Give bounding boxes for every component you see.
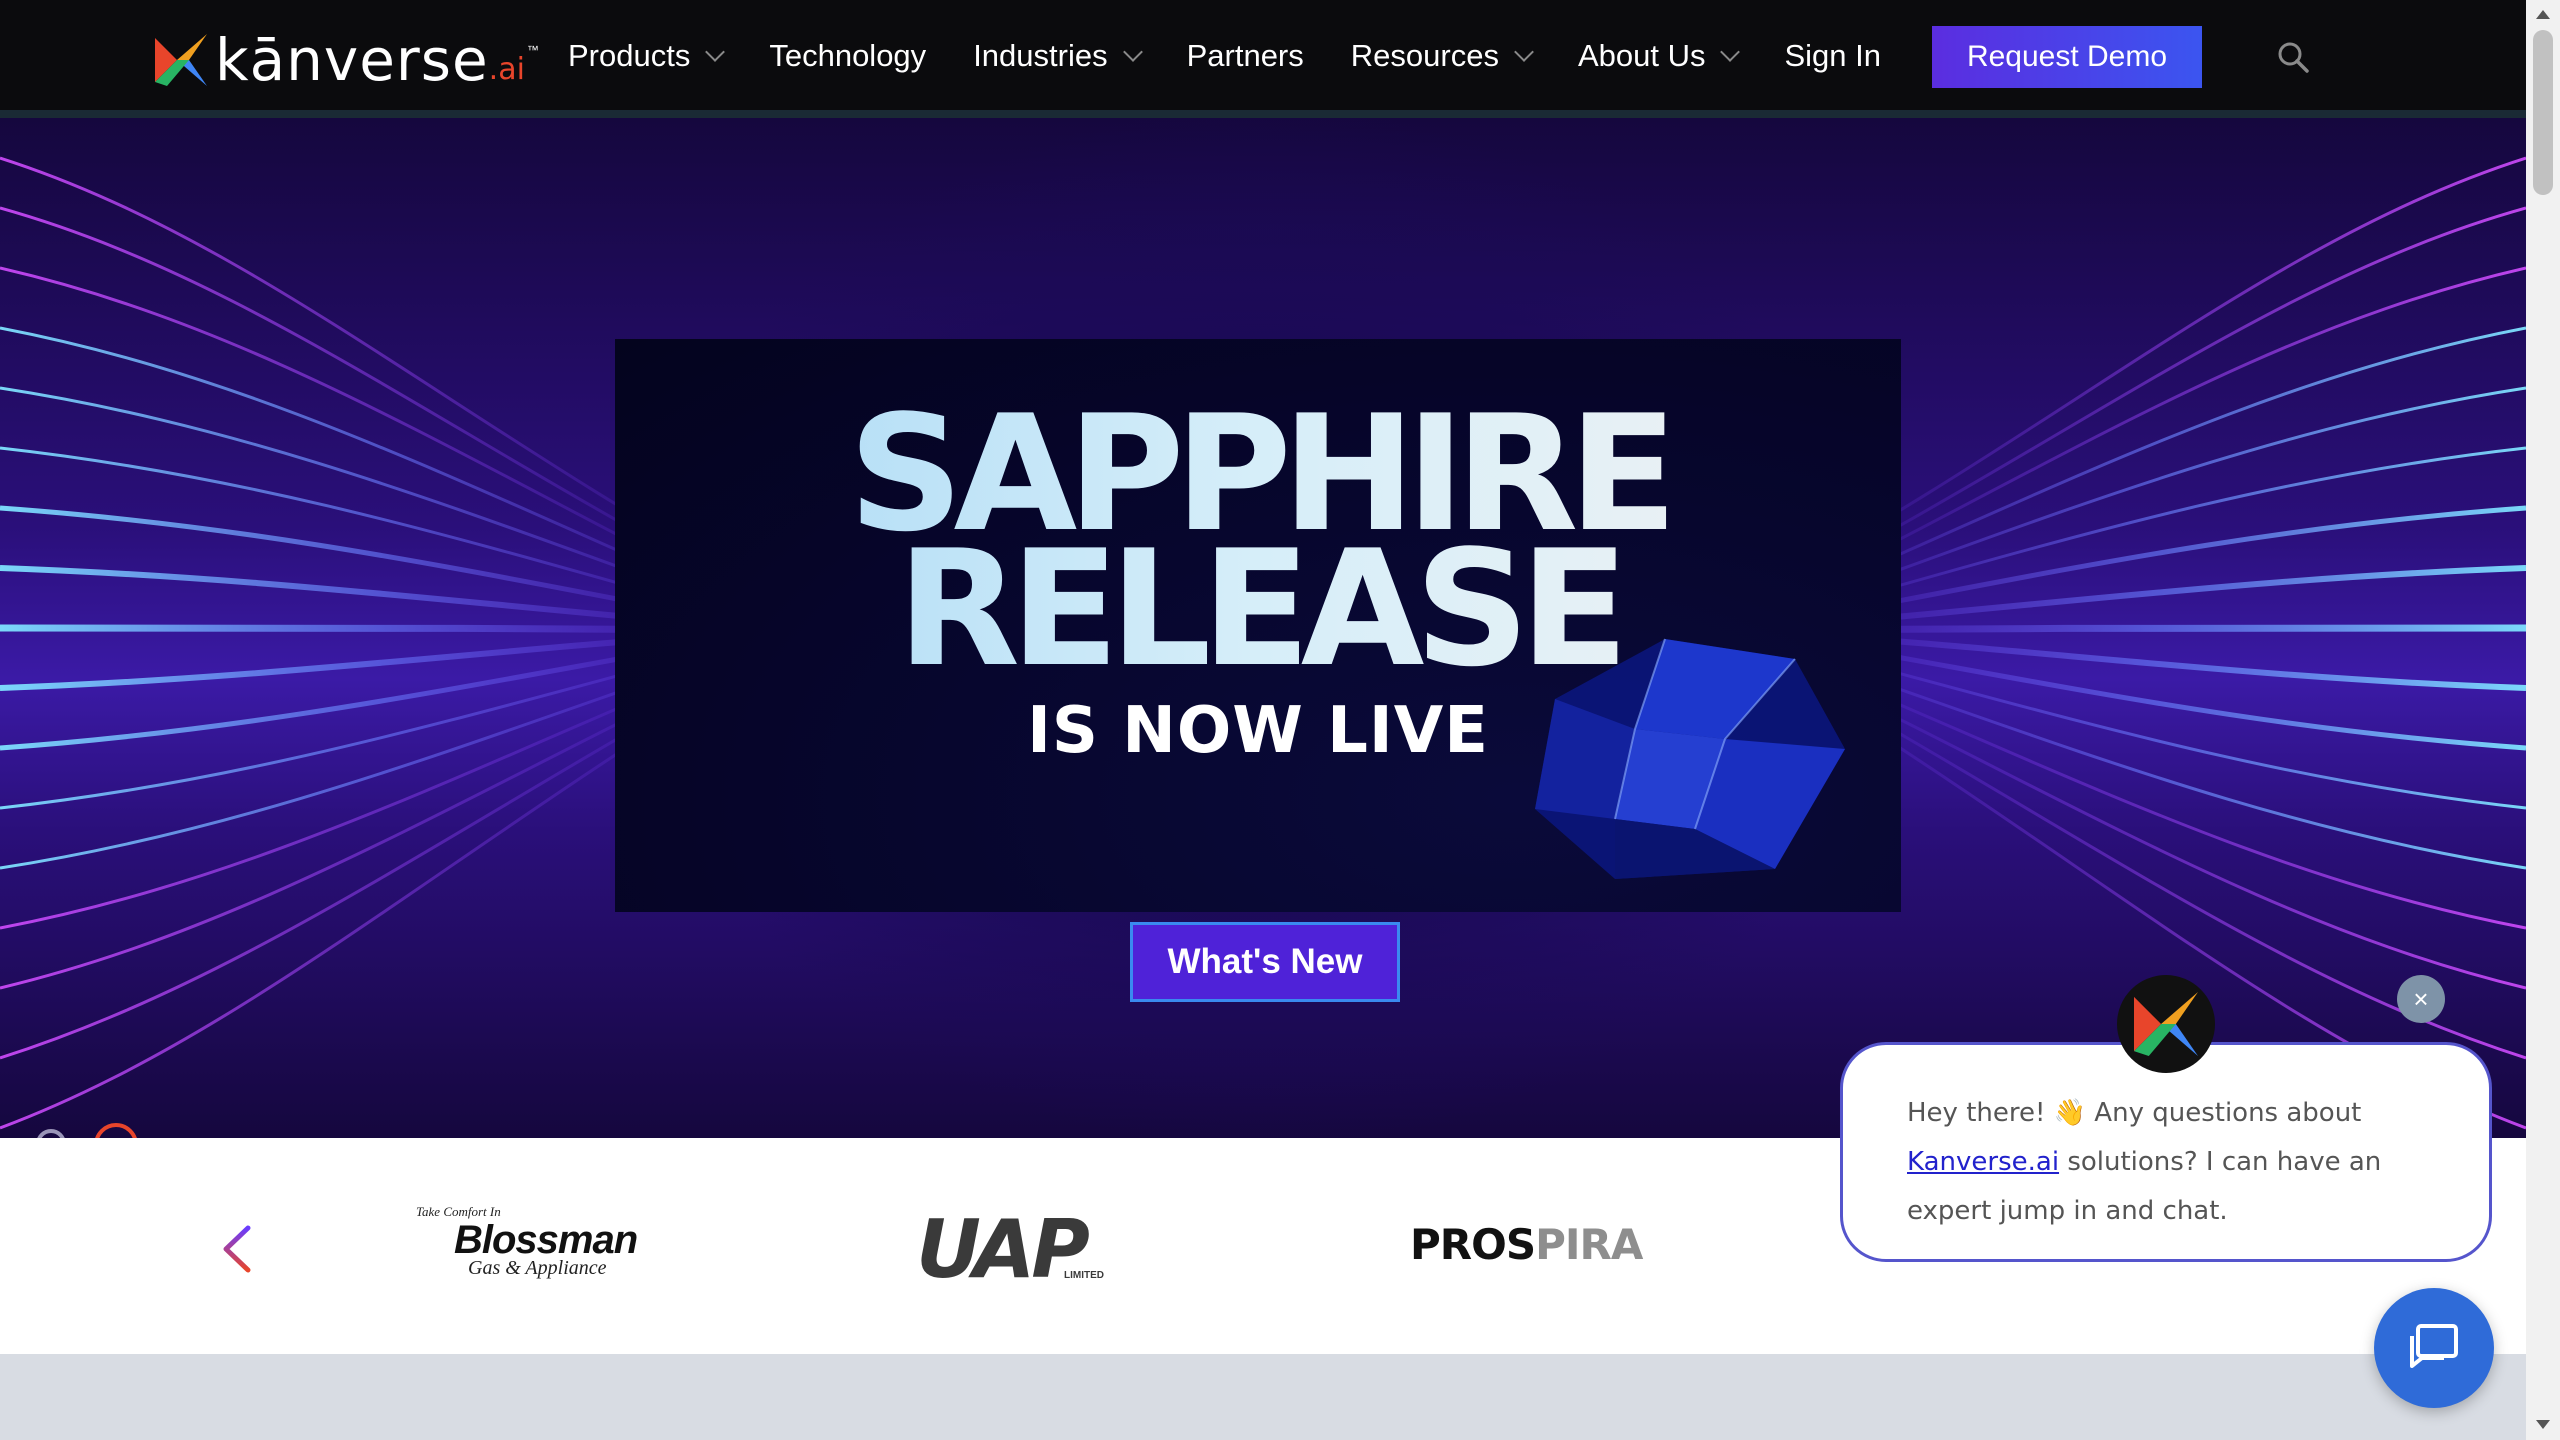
nav-item-partners[interactable]: Partners	[1187, 38, 1304, 74]
kanverse-logo[interactable]: kānverse .ai ™	[155, 26, 539, 94]
nav-item-label: Sign In	[1784, 38, 1881, 73]
page-scrollbar[interactable]	[2526, 0, 2560, 1440]
kanverse-logo-mark-icon	[155, 34, 207, 86]
chat-kanverse-link[interactable]: Kanverse.ai	[1907, 1147, 2059, 1177]
scroll-down-arrow-icon[interactable]	[2536, 1420, 2550, 1429]
nav-item-label: Resources	[1350, 38, 1499, 73]
chevron-left-icon[interactable]	[218, 1224, 258, 1274]
chat-greeting-popup[interactable]: Hey there! 👋 Any questions about Kanvers…	[1840, 1042, 2492, 1262]
nav-item-label: Products	[568, 38, 691, 73]
banner-headline-line2: RELEASE	[615, 529, 1901, 689]
scroll-thumb[interactable]	[2533, 30, 2553, 195]
whats-new-button[interactable]: What's New	[1130, 922, 1400, 1002]
nav-item-technology[interactable]: Technology	[769, 38, 926, 74]
logo-suffix: .ai	[488, 51, 525, 87]
nav-item-label: Technology	[769, 38, 927, 73]
chat-close-button[interactable]: ×	[2397, 975, 2445, 1023]
nav-item-industries[interactable]: Industries	[973, 38, 1143, 74]
blossman-subtitle: Gas & Appliance	[468, 1257, 607, 1279]
chat-avatar	[2117, 975, 2215, 1073]
chevron-down-icon	[1720, 42, 1741, 62]
client-logo-prospira: PROSPIRA	[1410, 1224, 1643, 1266]
nav-item-products[interactable]: Products	[568, 38, 726, 74]
search-icon[interactable]	[2276, 40, 2310, 74]
chat-bubble-icon	[2410, 1324, 2458, 1368]
nav-item-resources[interactable]: Resources	[1350, 38, 1534, 74]
uap-subtitle: LIMITED	[1064, 1270, 1104, 1281]
banner-subheadline: IS NOW LIVE	[1027, 694, 1489, 768]
client-logo-blossman: Take Comfort In Blossman Gas & Appliance	[416, 1204, 638, 1294]
kanverse-logo-mark-icon	[2134, 992, 2198, 1056]
prospira-part-2: PIRA	[1535, 1220, 1643, 1269]
nav-item-sign-in[interactable]: Sign In	[1784, 38, 1881, 74]
nav-item-about-us[interactable]: About Us	[1577, 38, 1741, 74]
nav-item-label: Industries	[973, 38, 1108, 73]
chat-greeting-text-1: Hey there! 👋 Any questions about	[1907, 1098, 2362, 1128]
request-demo-button[interactable]: Request Demo	[1932, 26, 2202, 88]
top-navbar: kānverse .ai ™ Products Technology Indus…	[0, 0, 2526, 118]
prospira-part-1: PROS	[1410, 1220, 1536, 1269]
client-logo-uap: UAP	[916, 1203, 1090, 1296]
scroll-up-arrow-icon[interactable]	[2536, 10, 2550, 19]
logo-trademark: ™	[526, 43, 539, 57]
chevron-down-icon	[705, 42, 726, 62]
chevron-down-icon	[1514, 42, 1534, 62]
logo-wordmark: kānverse	[215, 26, 489, 94]
sapphire-release-banner[interactable]: SAPPHIRE RELEASE IS NOW LIVE	[615, 339, 1901, 912]
chevron-down-icon	[1122, 42, 1143, 62]
nav-menu: Products Technology Industries Partners …	[568, 0, 1928, 112]
nav-item-label: About Us	[1577, 38, 1706, 73]
chat-launcher-button[interactable]	[2374, 1288, 2494, 1408]
nav-item-label: Partners	[1186, 38, 1304, 73]
